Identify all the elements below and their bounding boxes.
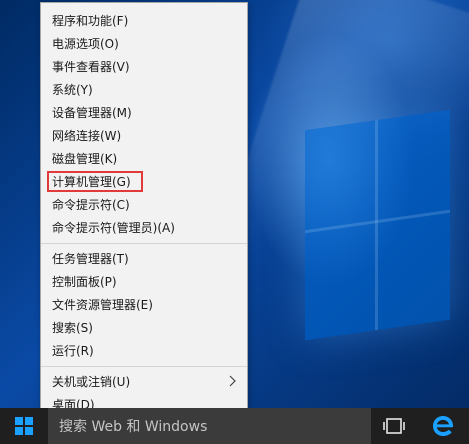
menu-item-label: 设备管理器(M) (52, 106, 132, 120)
edge-browser-icon (433, 416, 453, 436)
menu-separator (41, 243, 247, 244)
windows-logo-icon (15, 417, 33, 435)
menu-item-system[interactable]: 系统(Y) (41, 78, 247, 101)
menu-item-label: 网络连接(W) (52, 129, 122, 143)
task-view-icon (383, 418, 405, 434)
menu-item-label: 运行(R) (52, 344, 94, 358)
menu-item-event-viewer[interactable]: 事件查看器(V) (41, 55, 247, 78)
menu-item-network-connections[interactable]: 网络连接(W) (41, 124, 247, 147)
menu-separator (41, 366, 247, 367)
menu-item-file-explorer[interactable]: 文件资源管理器(E) (41, 293, 247, 316)
menu-item-label: 关机或注销(U) (52, 375, 131, 389)
menu-item-power-options[interactable]: 电源选项(O) (41, 32, 247, 55)
menu-item-control-panel[interactable]: 控制面板(P) (41, 270, 247, 293)
menu-item-label: 磁盘管理(K) (52, 152, 118, 166)
search-placeholder-text: 搜索 Web 和 Windows (59, 419, 208, 435)
menu-item-programs-and-features[interactable]: 程序和功能(F) (41, 9, 247, 32)
menu-item-label: 文件资源管理器(E) (52, 298, 153, 312)
menu-item-label: 计算机管理(G) (52, 175, 131, 189)
chevron-right-icon (229, 375, 236, 387)
menu-item-label: 命令提示符(管理员)(A) (52, 221, 175, 235)
start-button[interactable] (0, 408, 48, 444)
menu-item-label: 程序和功能(F) (52, 14, 129, 28)
menu-item-disk-management[interactable]: 磁盘管理(K) (41, 147, 247, 170)
menu-item-computer-management[interactable]: 计算机管理(G) (41, 170, 247, 193)
menu-item-label: 控制面板(P) (52, 275, 117, 289)
taskbar: 搜索 Web 和 Windows (0, 408, 469, 444)
menu-item-shutdown-or-sign-out[interactable]: 关机或注销(U) (41, 370, 247, 393)
menu-item-label: 事件查看器(V) (52, 60, 130, 74)
wallpaper-window-pane (305, 109, 450, 341)
taskbar-search-box[interactable]: 搜索 Web 和 Windows (48, 408, 371, 444)
menu-item-task-manager[interactable]: 任务管理器(T) (41, 247, 247, 270)
menu-item-label: 系统(Y) (52, 83, 93, 97)
task-view-button[interactable] (374, 408, 414, 444)
winx-context-menu: 程序和功能(F) 电源选项(O) 事件查看器(V) 系统(Y) 设备管理器(M)… (40, 2, 248, 419)
menu-item-label: 任务管理器(T) (52, 252, 129, 266)
menu-item-label: 搜索(S) (52, 321, 93, 335)
edge-button[interactable] (423, 408, 463, 444)
menu-item-search[interactable]: 搜索(S) (41, 316, 247, 339)
menu-item-label: 命令提示符(C) (52, 198, 130, 212)
menu-item-command-prompt[interactable]: 命令提示符(C) (41, 193, 247, 216)
menu-item-device-manager[interactable]: 设备管理器(M) (41, 101, 247, 124)
menu-item-run[interactable]: 运行(R) (41, 339, 247, 362)
menu-item-label: 电源选项(O) (52, 37, 119, 51)
menu-item-command-prompt-admin[interactable]: 命令提示符(管理员)(A) (41, 216, 247, 239)
